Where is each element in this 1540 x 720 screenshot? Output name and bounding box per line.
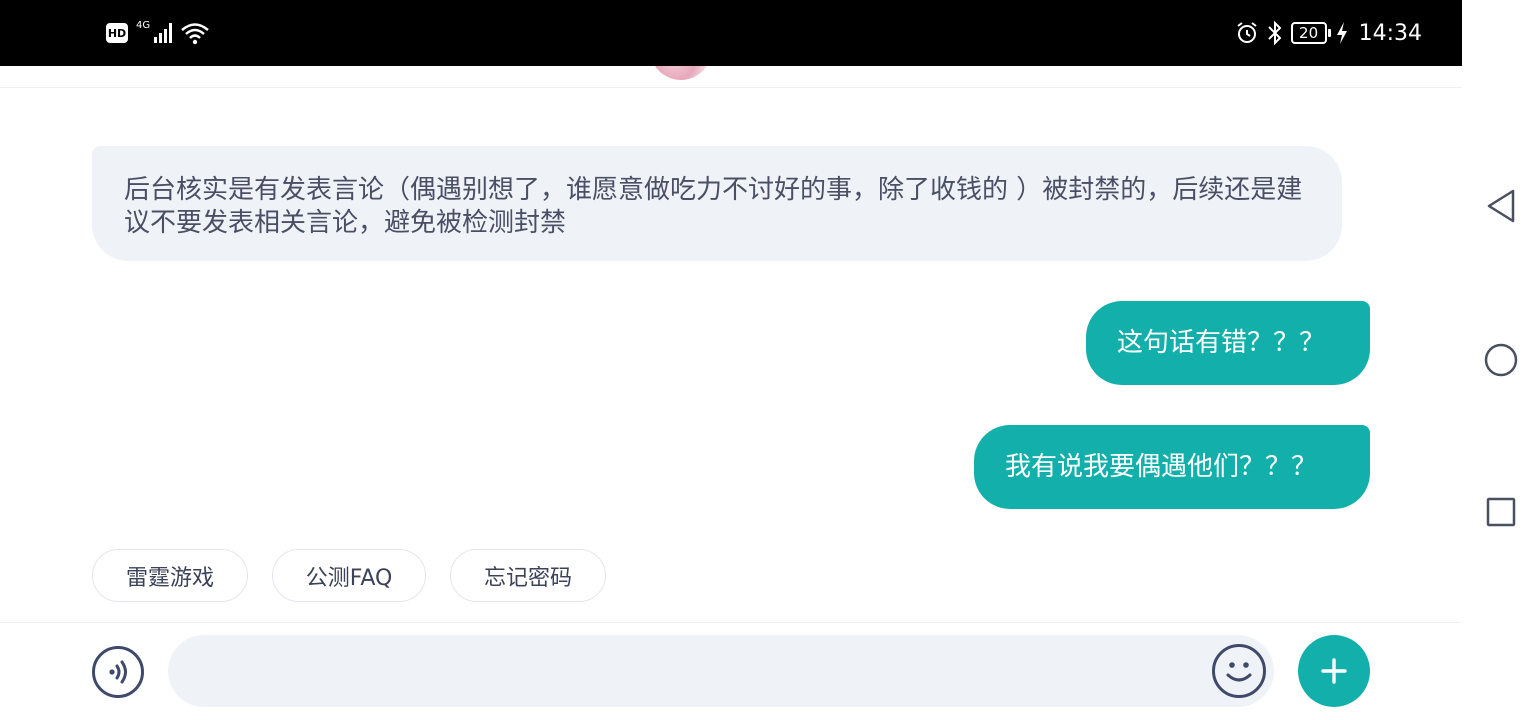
agent-avatar — [650, 66, 712, 80]
voice-icon — [109, 660, 127, 684]
nav-back-button[interactable] — [1483, 188, 1519, 224]
network-type-label: 4G — [136, 19, 151, 31]
nav-recent-button[interactable] — [1483, 494, 1519, 530]
voice-input-button[interactable] — [92, 646, 144, 698]
alarm-icon — [1236, 22, 1257, 43]
status-right-group: 20 14:34 — [1235, 17, 1422, 49]
smiley-icon — [1226, 662, 1252, 682]
hd-icon: HD — [106, 23, 128, 43]
incoming-message: 后台核实是有发表言论（偶遇别想了，谁愿意做吃力不讨好的事，除了收钱的 ）被封禁的… — [92, 146, 1342, 261]
wifi-icon — [181, 23, 209, 45]
system-nav-bar — [1462, 0, 1540, 720]
recent-apps-icon — [1486, 497, 1516, 527]
nav-home-button[interactable] — [1483, 342, 1519, 378]
status-bar: HD 4G 20 14:34 — [0, 0, 1462, 66]
home-icon — [1484, 343, 1518, 377]
battery-icon: 20 — [1290, 22, 1331, 44]
quick-reply-chip[interactable]: 忘记密码 — [450, 549, 606, 602]
emoji-button[interactable] — [1212, 644, 1266, 698]
input-bar — [0, 622, 1462, 720]
battery-level: 20 — [1299, 24, 1319, 42]
plus-icon — [1321, 658, 1347, 684]
charging-icon — [1336, 22, 1347, 44]
signal-icon — [154, 23, 173, 43]
message-input[interactable] — [168, 635, 1274, 707]
outgoing-message: 我有说我要偶遇他们？？？ — [974, 425, 1370, 509]
quick-reply-chip[interactable]: 雷霆游戏 — [92, 549, 248, 602]
outgoing-message: 这句话有错？？？ — [1086, 301, 1370, 385]
back-icon — [1487, 189, 1515, 223]
more-options-button[interactable] — [1298, 635, 1370, 707]
clock: 14:34 — [1358, 20, 1422, 46]
chat-header — [0, 66, 1462, 88]
bluetooth-icon — [1267, 20, 1282, 46]
quick-reply-chip[interactable]: 公测FAQ — [272, 549, 426, 602]
status-left-group: HD 4G — [106, 20, 210, 46]
